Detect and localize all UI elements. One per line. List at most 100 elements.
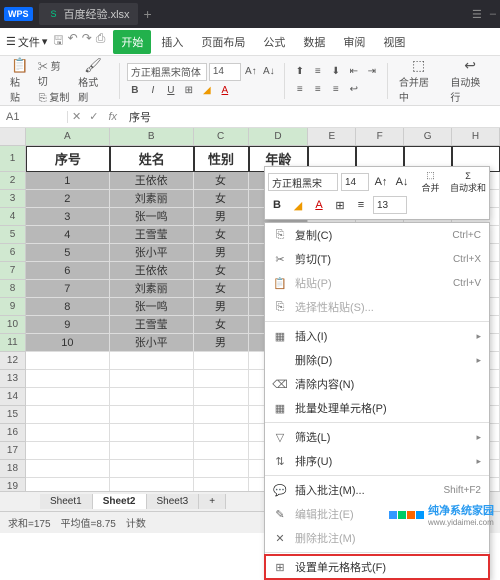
minimize-icon[interactable]: – — [490, 8, 496, 21]
cm-insert[interactable]: ▦插入(I)▸ — [265, 324, 489, 348]
print-icon[interactable]: ⎙ — [96, 31, 106, 52]
cell[interactable]: 男 — [194, 298, 249, 316]
cell[interactable]: 7 — [26, 280, 110, 298]
save-icon[interactable]: 🖫 — [53, 31, 63, 52]
cell[interactable]: 张一鸣 — [110, 208, 194, 226]
cell[interactable]: 4 — [26, 226, 110, 244]
row-header[interactable]: 16 — [0, 424, 26, 442]
mini-font-color-icon[interactable]: A — [310, 196, 328, 214]
row-header[interactable]: 11 — [0, 334, 26, 352]
cm-clear[interactable]: ⌫清除内容(N) — [265, 372, 489, 396]
align-top-icon[interactable]: ⬆ — [292, 64, 308, 80]
cancel-icon[interactable]: ✕ — [68, 110, 85, 123]
cell[interactable] — [26, 352, 110, 370]
menu-data[interactable]: 数据 — [295, 30, 333, 54]
font-name-select[interactable]: 方正粗黑宋简体 — [127, 63, 207, 81]
copy-button[interactable]: ⎘ 复制 — [39, 89, 70, 104]
cell[interactable] — [194, 352, 249, 370]
align-bottom-icon[interactable]: ⬇ — [328, 64, 344, 80]
cell[interactable]: 女 — [194, 262, 249, 280]
cell[interactable] — [26, 424, 110, 442]
row-header[interactable]: 12 — [0, 352, 26, 370]
decrease-font-icon[interactable]: A↓ — [261, 64, 277, 80]
menu-formula[interactable]: 公式 — [255, 30, 293, 54]
font-color-button[interactable]: A — [217, 83, 233, 99]
cell[interactable] — [194, 406, 249, 424]
cell[interactable] — [26, 370, 110, 388]
cell[interactable] — [26, 460, 110, 478]
bold-button[interactable]: B — [127, 83, 143, 99]
sheet-tab[interactable]: Sheet1 — [40, 494, 93, 509]
cell[interactable] — [194, 424, 249, 442]
cell[interactable] — [26, 388, 110, 406]
cm-delete-comment[interactable]: ✕删除批注(M) — [265, 526, 489, 550]
cell[interactable]: 10 — [26, 334, 110, 352]
cell[interactable]: 女 — [194, 190, 249, 208]
cell[interactable] — [110, 406, 194, 424]
cell[interactable]: 女 — [194, 172, 249, 190]
row-header[interactable]: 7 — [0, 262, 26, 280]
menu-review[interactable]: 审阅 — [335, 30, 373, 54]
undo-icon[interactable]: ↶ — [68, 31, 78, 52]
row-header[interactable]: 3 — [0, 190, 26, 208]
row-header[interactable]: 1 — [0, 146, 26, 172]
cell[interactable]: 王依依 — [110, 262, 194, 280]
menu-page-layout[interactable]: 页面布局 — [193, 30, 253, 54]
cell[interactable] — [26, 442, 110, 460]
name-box[interactable]: A1 — [0, 111, 68, 123]
mini-align-icon[interactable]: ≡ — [352, 196, 370, 214]
cell[interactable]: 5 — [26, 244, 110, 262]
cm-format-cells[interactable]: ⊞设置单元格格式(F) — [265, 555, 489, 579]
row-header[interactable]: 13 — [0, 370, 26, 388]
mini-dec-font-icon[interactable]: A↓ — [393, 173, 411, 191]
redo-icon[interactable]: ↷ — [82, 31, 92, 52]
cell[interactable]: 张小平 — [110, 244, 194, 262]
cell[interactable]: 王依依 — [110, 172, 194, 190]
cell[interactable]: 女 — [194, 226, 249, 244]
cell[interactable] — [194, 442, 249, 460]
col-header[interactable]: H — [452, 128, 500, 146]
cell[interactable]: 3 — [26, 208, 110, 226]
menu-file[interactable]: ☰ 文件 ▾ — [6, 34, 47, 50]
mini-font-select[interactable]: 方正粗黑宋 — [268, 173, 338, 191]
align-right-icon[interactable]: ≡ — [328, 82, 344, 98]
cell[interactable]: 9 — [26, 316, 110, 334]
row-header[interactable]: 17 — [0, 442, 26, 460]
col-header[interactable]: C — [194, 128, 249, 146]
col-header[interactable]: D — [249, 128, 309, 146]
col-header[interactable]: A — [26, 128, 110, 146]
col-header[interactable]: F — [356, 128, 404, 146]
cm-filter[interactable]: ▽筛选(L)▸ — [265, 425, 489, 449]
cell[interactable] — [26, 406, 110, 424]
cell[interactable]: 王雪莹 — [110, 316, 194, 334]
cell[interactable]: 张小平 — [110, 334, 194, 352]
row-header[interactable]: 6 — [0, 244, 26, 262]
sheet-tab[interactable]: Sheet3 — [147, 494, 200, 509]
select-all-corner[interactable] — [0, 128, 26, 146]
row-header[interactable]: 4 — [0, 208, 26, 226]
cell[interactable] — [110, 424, 194, 442]
cell[interactable] — [110, 388, 194, 406]
cell[interactable] — [110, 370, 194, 388]
align-center-icon[interactable]: ≡ — [310, 82, 326, 98]
cut-button[interactable]: ✂ 剪切 — [38, 58, 70, 88]
underline-button[interactable]: U — [163, 83, 179, 99]
cell[interactable] — [194, 460, 249, 478]
fill-color-button[interactable]: ◢ — [199, 83, 215, 99]
mini-sum-button[interactable]: Σ自动求和 — [450, 171, 486, 194]
cell[interactable] — [194, 370, 249, 388]
formula-input[interactable]: 序号 — [123, 109, 157, 125]
cm-paste[interactable]: 📋粘贴(P)Ctrl+V — [265, 271, 489, 295]
row-header[interactable]: 5 — [0, 226, 26, 244]
font-size-select[interactable]: 14 — [209, 63, 241, 81]
merge-center-button[interactable]: ⬚合并居中 — [395, 55, 443, 106]
mini-size-select[interactable]: 14 — [341, 173, 369, 191]
cell[interactable] — [110, 460, 194, 478]
indent-left-icon[interactable]: ⇤ — [346, 64, 362, 80]
wrap-icon[interactable]: ↩ — [346, 82, 362, 98]
cell[interactable]: 男 — [194, 208, 249, 226]
cm-paste-special[interactable]: ⎘选择性粘贴(S)... — [265, 295, 489, 319]
row-header[interactable]: 2 — [0, 172, 26, 190]
cell[interactable]: 8 — [26, 298, 110, 316]
wrap-text-button[interactable]: ↩自动换行 — [446, 55, 494, 106]
